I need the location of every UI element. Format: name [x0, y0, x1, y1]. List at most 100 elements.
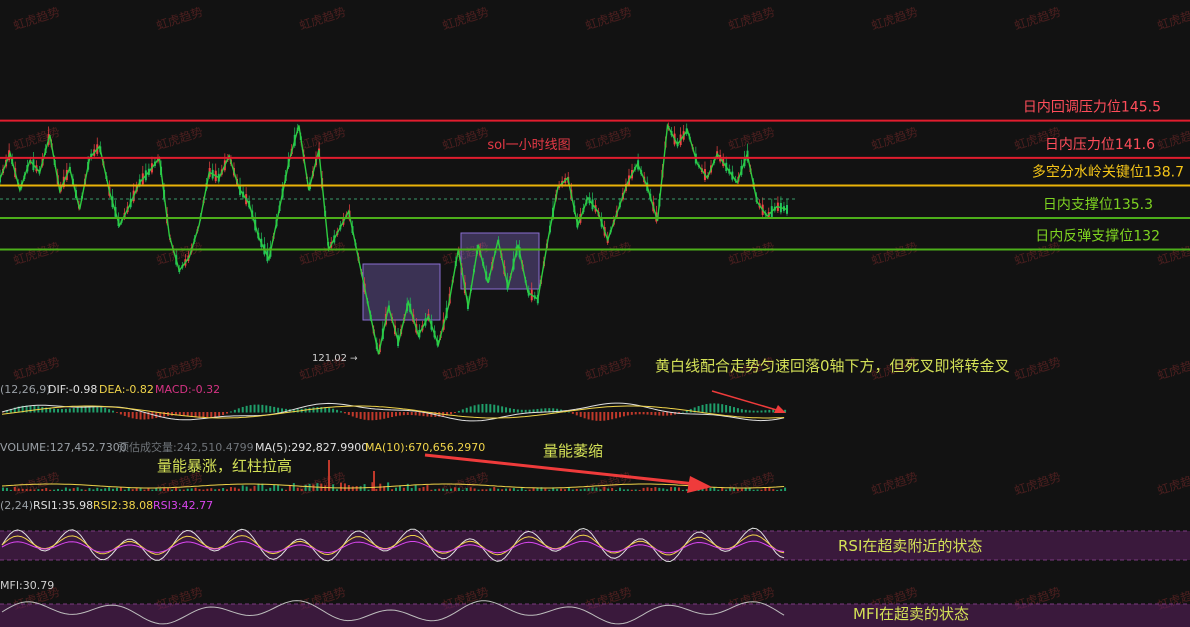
- macd-bar: [740, 409, 743, 413]
- volume-bar: [607, 488, 610, 491]
- macd-bar: [465, 407, 468, 413]
- volume-bar: [359, 486, 362, 491]
- annotation-rsi: RSI在超卖附近的状态: [838, 537, 982, 555]
- volume-bar: [465, 487, 468, 491]
- macd-bar: [383, 412, 386, 419]
- macd-bar: [135, 412, 138, 420]
- volume-bar: [277, 484, 280, 491]
- macd-bar: [257, 404, 260, 413]
- volume-bar: [253, 485, 256, 491]
- volume-bar: [72, 488, 75, 491]
- macd-bar: [49, 408, 52, 413]
- macd-bar: [595, 412, 598, 421]
- volume-bar: [269, 487, 272, 491]
- macd-bar: [713, 403, 716, 413]
- volume-bar: [17, 488, 20, 491]
- volume-bar: [202, 489, 205, 491]
- volume-bar: [615, 489, 618, 491]
- volume-bar: [308, 483, 311, 491]
- volume-bar: [182, 489, 185, 491]
- volume-bar: [324, 485, 327, 491]
- volume-bar: [634, 489, 637, 491]
- volume-bar: [453, 487, 456, 491]
- macd-bar: [461, 409, 464, 413]
- macd-header: (12,26,9) DIF:-0.98 DEA:-0.82 MACD:-0.32: [0, 383, 220, 396]
- macd-params: (12,26,9): [0, 383, 51, 396]
- macd-bar: [579, 412, 582, 417]
- macd-bar: [453, 412, 456, 413]
- volume-bar: [123, 489, 126, 491]
- macd-bar: [512, 408, 515, 413]
- macd-bar: [709, 403, 712, 413]
- volume-bar: [721, 487, 724, 491]
- volume-bar: [206, 488, 209, 491]
- macd-bar: [481, 403, 484, 413]
- macd-bar: [123, 412, 126, 416]
- sol-hourly-chart: 虹虎趋势 虹虎趋势 虹虎趋势 虹虎趋势 虹虎趋势 虹虎趋势 虹虎趋势 虹虎趋势 虹虎趋势虹虎趋势…: [0, 0, 1190, 627]
- rsi-zone: [0, 530, 1190, 561]
- price-level-label: 日内支撑位135.3: [1043, 197, 1153, 213]
- macd-dif: DIF:-0.98: [48, 383, 97, 396]
- volume-bar: [170, 489, 173, 491]
- macd-bar: [245, 405, 248, 413]
- macd-bar: [343, 412, 346, 414]
- volume-bar: [104, 488, 107, 491]
- volume-bar: [174, 487, 177, 491]
- chart-title: sol一小时线图: [487, 138, 570, 153]
- macd-bar: [457, 410, 460, 413]
- volume-bar: [544, 488, 547, 491]
- volume-ma10: MA(10):670,656.2970: [365, 441, 485, 454]
- annotation-volume-shrink: 量能萎缩: [543, 442, 603, 460]
- macd-bar: [768, 409, 771, 413]
- macd-bar: [662, 412, 665, 416]
- macd-bar: [642, 412, 645, 415]
- macd-bar: [705, 404, 708, 413]
- volume-bar: [139, 488, 142, 491]
- volume-bar: [764, 487, 767, 491]
- volume-bar: [548, 489, 551, 491]
- macd-bar: [619, 412, 622, 418]
- macd-bar: [233, 409, 236, 413]
- low-price-arrow: →: [350, 354, 358, 364]
- volume-bar: [292, 483, 295, 491]
- price-level-label: 多空分水岭关键位138.7: [1032, 164, 1184, 181]
- macd-bar: [115, 412, 118, 413]
- macd-bar: [241, 406, 244, 413]
- volume-bar: [288, 485, 291, 491]
- rsi-params: (2,24): [0, 499, 33, 512]
- volume-bar: [599, 489, 602, 491]
- macd-bar: [395, 412, 397, 417]
- volume-bar: [198, 489, 201, 491]
- volume-bar: [469, 487, 472, 491]
- volume-bar: [713, 487, 716, 491]
- macd-bar: [418, 412, 421, 416]
- volume-bar: [780, 489, 783, 491]
- macd-bar: [701, 404, 704, 413]
- volume-bar: [53, 489, 56, 491]
- volume-bar: [131, 489, 134, 491]
- volume-bar: [422, 487, 425, 491]
- macd-bar: [261, 404, 264, 413]
- volume-bar: [740, 488, 743, 491]
- volume-bar: [493, 487, 496, 491]
- volume-bar: [241, 485, 244, 491]
- volume-bar: [312, 484, 315, 491]
- volume-bar: [284, 489, 287, 491]
- volume-bar: [524, 489, 527, 491]
- macd-bar: [72, 407, 75, 413]
- volume-bar: [446, 489, 449, 491]
- macd-bar: [497, 405, 500, 413]
- volume-bar: [233, 487, 236, 491]
- macd-bar: [112, 410, 115, 413]
- macd-bar: [493, 404, 496, 413]
- macd-bar: [583, 412, 586, 419]
- macd-bar: [119, 412, 122, 415]
- volume-bar: [336, 489, 339, 491]
- volume-bar: [442, 488, 445, 491]
- volume-bar: [681, 489, 684, 491]
- macd-bar: [501, 406, 504, 413]
- annotation-macd: 黄白线配合走势匀速回落0轴下方，但死叉即将转金叉: [655, 357, 1010, 375]
- macd-bar: [772, 409, 775, 413]
- macd-bar: [328, 407, 331, 413]
- annotation-mfi: MFI在超卖的状态: [853, 605, 969, 623]
